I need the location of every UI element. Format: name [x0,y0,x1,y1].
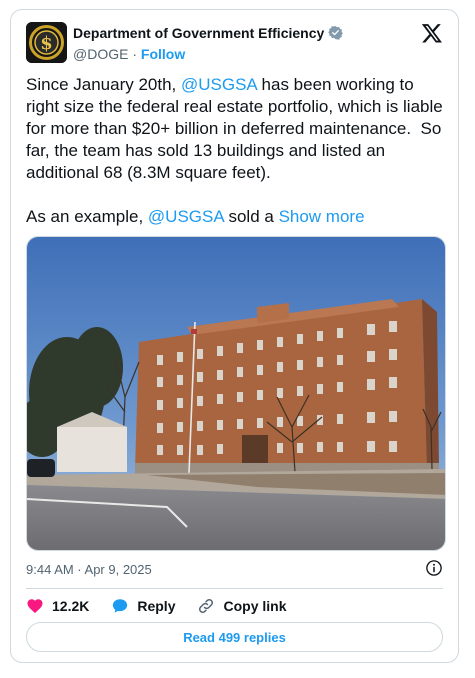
reply-button[interactable]: Reply [111,597,175,615]
author-name-row[interactable]: Department of Government Efficiency [73,25,344,43]
tweet-photo[interactable] [26,236,446,551]
x-logo-icon[interactable] [421,22,443,44]
handle-separator: · [128,46,141,62]
verified-badge-icon [328,25,344,43]
tweet-timestamp[interactable]: 9:44 AM · Apr 9, 2025 [26,562,152,577]
svg-text:$: $ [40,33,53,54]
tweet-text-part: has been working to right size the feder… [26,75,443,226]
copy-link-label: Copy link [223,598,287,614]
mention-link[interactable]: @USGSA [148,207,224,226]
like-button[interactable]: 12.2K [26,597,89,615]
mention-link[interactable]: @USGSA [181,75,257,94]
read-replies-button[interactable]: Read 499 replies [26,622,443,652]
embedded-tweet-card[interactable]: $ Department of Government Efficiency @D… [10,9,459,663]
action-bar: 12.2K Reply Copy link [26,596,309,616]
reply-icon [113,599,128,613]
handle-row: @DOGE · Follow [73,46,185,62]
tweet-text-part: Since January 20th, [26,75,181,94]
like-count: 12.2K [52,598,90,614]
show-more-link[interactable]: Show more [279,207,365,226]
building-photo-image [27,237,445,550]
reply-label: Reply [137,598,176,614]
avatar[interactable]: $ [26,22,67,63]
copy-link-button[interactable]: Copy link [197,597,287,615]
follow-button[interactable]: Follow [141,46,185,62]
heart-icon [27,599,43,614]
tweet-text: Since January 20th, @USGSA has been work… [26,74,446,228]
tweet-text-part: sold a [223,207,279,226]
author-name[interactable]: Department of Government Efficiency [73,25,324,41]
doge-logo-icon: $ [26,22,67,63]
author-handle[interactable]: @DOGE [73,46,128,62]
link-icon [199,598,214,614]
info-icon[interactable] [425,559,443,577]
divider [26,588,443,589]
